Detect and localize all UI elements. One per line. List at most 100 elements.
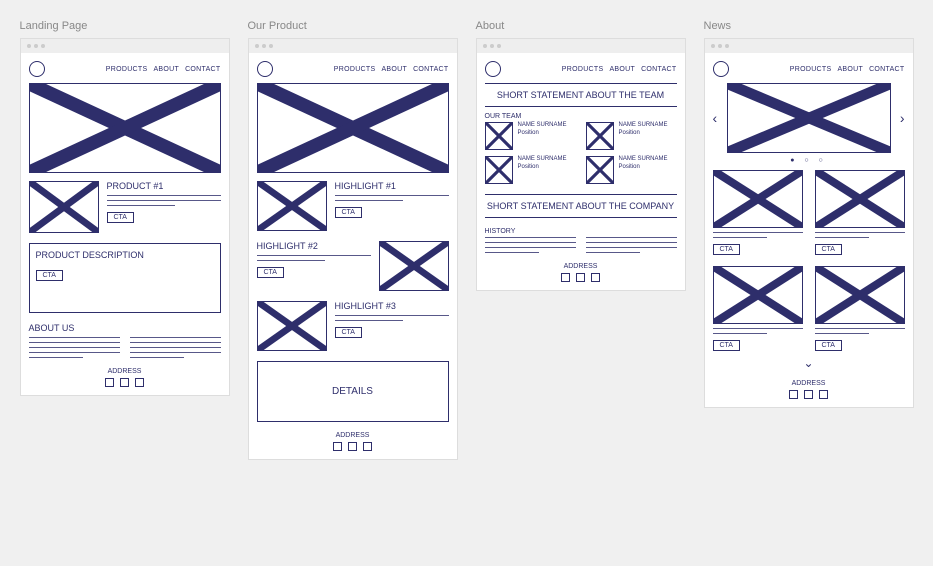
logo-icon[interactable] xyxy=(713,61,729,77)
nav-about[interactable]: ABOUT xyxy=(609,66,635,73)
text-line xyxy=(107,205,175,206)
social-icon[interactable] xyxy=(804,390,813,399)
footer-address: ADDRESS xyxy=(29,368,221,375)
text-line xyxy=(586,237,677,238)
nav-products[interactable]: PRODUCTS xyxy=(790,66,832,73)
traffic-light-icon xyxy=(262,44,266,48)
footer-address: ADDRESS xyxy=(713,380,905,387)
text-line xyxy=(713,232,803,233)
social-icon[interactable] xyxy=(135,378,144,387)
news-image-placeholder xyxy=(713,170,803,228)
member-position: Position xyxy=(619,164,668,172)
cta-button[interactable]: CTA xyxy=(713,340,740,351)
nav-about[interactable]: ABOUT xyxy=(837,66,863,73)
nav-products[interactable]: PRODUCTS xyxy=(334,66,376,73)
cta-button[interactable]: CTA xyxy=(815,340,842,351)
member-position: Position xyxy=(518,130,567,138)
text-line xyxy=(107,195,221,196)
nav-about[interactable]: ABOUT xyxy=(381,66,407,73)
social-icon[interactable] xyxy=(120,378,129,387)
load-more-icon[interactable]: ⌄ xyxy=(713,356,905,370)
team-member: NAME SURNAMEPosition xyxy=(586,122,677,150)
traffic-light-icon xyxy=(497,44,501,48)
frame-title: Landing Page xyxy=(20,20,230,32)
details-label: DETAILS xyxy=(332,386,373,397)
social-icon[interactable] xyxy=(333,442,342,451)
text-line xyxy=(130,352,221,353)
frame-about: About PRODUCTS ABOUT CONTACT SHORT STATE… xyxy=(476,20,686,291)
highlight-row: HIGHLIGHT #1 CTA xyxy=(257,181,449,231)
nav-contact[interactable]: CONTACT xyxy=(641,66,676,73)
logo-icon[interactable] xyxy=(485,61,501,77)
wireframe-board: Landing Page PRODUCTS ABOUT CONTACT xyxy=(10,20,923,460)
carousel-dots[interactable]: ● ○ ○ xyxy=(713,157,905,164)
top-nav: PRODUCTS ABOUT CONTACT xyxy=(713,61,905,77)
text-line xyxy=(485,252,540,253)
text-line xyxy=(130,337,221,338)
highlight-heading: HIGHLIGHT #1 xyxy=(335,181,449,191)
team-grid: NAME SURNAMEPosition NAME SURNAMEPositio… xyxy=(485,122,677,184)
text-line xyxy=(29,342,120,343)
team-member: NAME SURNAMEPosition xyxy=(485,122,576,150)
cta-button[interactable]: CTA xyxy=(335,327,362,338)
traffic-light-icon xyxy=(269,44,273,48)
cta-button[interactable]: CTA xyxy=(107,212,134,223)
footer-address: ADDRESS xyxy=(257,432,449,439)
traffic-light-icon xyxy=(255,44,259,48)
traffic-light-icon xyxy=(483,44,487,48)
traffic-light-icon xyxy=(718,44,722,48)
logo-icon[interactable] xyxy=(29,61,45,77)
social-icon[interactable] xyxy=(819,390,828,399)
frame-landing: Landing Page PRODUCTS ABOUT CONTACT xyxy=(20,20,230,396)
traffic-light-icon xyxy=(41,44,45,48)
traffic-light-icon xyxy=(711,44,715,48)
frame-product: Our Product PRODUCTS ABOUT CONTACT xyxy=(248,20,458,460)
highlight-row: HIGHLIGHT #3 CTA xyxy=(257,301,449,351)
social-icon[interactable] xyxy=(105,378,114,387)
page-body: PRODUCTS ABOUT CONTACT ‹ › ● ○ ○ xyxy=(705,53,913,407)
our-team-heading: OUR TEAM xyxy=(485,113,677,120)
cta-button[interactable]: CTA xyxy=(335,207,362,218)
nav-products[interactable]: PRODUCTS xyxy=(562,66,604,73)
carousel-prev-icon[interactable]: ‹ xyxy=(713,110,718,126)
text-line xyxy=(485,237,576,238)
cta-button[interactable]: CTA xyxy=(257,267,284,278)
hero-image-placeholder xyxy=(257,83,449,173)
text-line xyxy=(713,328,803,329)
footer: ADDRESS xyxy=(29,368,221,387)
news-image-placeholder xyxy=(713,266,803,324)
hero-image-placeholder xyxy=(29,83,221,173)
text-line xyxy=(713,333,767,334)
social-icon[interactable] xyxy=(789,390,798,399)
nav-products[interactable]: PRODUCTS xyxy=(106,66,148,73)
highlight-image-placeholder xyxy=(379,241,449,291)
social-icon[interactable] xyxy=(576,273,585,282)
carousel-next-icon[interactable]: › xyxy=(900,110,905,126)
highlight-row: HIGHLIGHT #2 CTA xyxy=(257,241,449,291)
text-line xyxy=(335,200,403,201)
social-icon[interactable] xyxy=(561,273,570,282)
social-icon[interactable] xyxy=(348,442,357,451)
product-description-box: PRODUCT DESCRIPTION CTA xyxy=(29,243,221,313)
nav-contact[interactable]: CONTACT xyxy=(413,66,448,73)
cta-button[interactable]: CTA xyxy=(815,244,842,255)
cta-button[interactable]: CTA xyxy=(36,270,63,281)
text-line xyxy=(713,237,767,238)
logo-icon[interactable] xyxy=(257,61,273,77)
top-nav: PRODUCTS ABOUT CONTACT xyxy=(257,61,449,77)
product-image-placeholder xyxy=(29,181,99,233)
cta-button[interactable]: CTA xyxy=(713,244,740,255)
about-us-heading: ABOUT US xyxy=(29,323,221,333)
nav-contact[interactable]: CONTACT xyxy=(869,66,904,73)
avatar-placeholder xyxy=(485,156,513,184)
social-icon[interactable] xyxy=(591,273,600,282)
social-icon[interactable] xyxy=(363,442,372,451)
browser-chrome xyxy=(21,39,229,53)
text-line xyxy=(485,242,576,243)
nav-contact[interactable]: CONTACT xyxy=(185,66,220,73)
text-line xyxy=(335,195,449,196)
traffic-light-icon xyxy=(34,44,38,48)
nav-about[interactable]: ABOUT xyxy=(153,66,179,73)
member-name: NAME SURNAME xyxy=(619,156,668,164)
product-description-heading: PRODUCT DESCRIPTION xyxy=(36,250,214,260)
